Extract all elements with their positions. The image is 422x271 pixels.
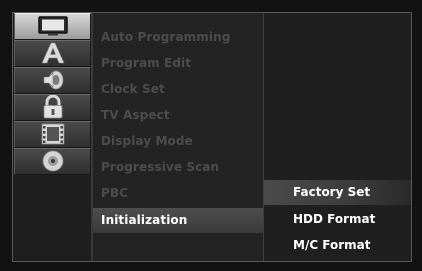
menu-item-auto-programming[interactable]: Auto Programming (93, 25, 263, 50)
film-frame-icon (40, 123, 66, 145)
disc-icon (41, 149, 65, 173)
submenu-item-mc-format[interactable]: M/C Format (264, 233, 411, 258)
category-language[interactable] (14, 40, 91, 67)
submenu-item-hdd-format[interactable]: HDD Format (264, 207, 411, 232)
submenu-item-factory-set[interactable]: Factory Set (264, 180, 411, 205)
category-lock[interactable] (14, 94, 91, 121)
speaker-audio-icon (40, 69, 66, 91)
category-icon-column (14, 13, 91, 261)
language-a-icon (40, 42, 66, 64)
menu-item-progressive-scan[interactable]: Progressive Scan (93, 155, 263, 180)
menu-item-initialization[interactable]: Initialization (93, 208, 263, 233)
menu-item-program-edit[interactable]: Program Edit (93, 51, 263, 76)
category-audio[interactable] (14, 67, 91, 94)
category-film[interactable] (14, 121, 91, 148)
category-tv-display[interactable] (14, 13, 91, 40)
setup-menu-list: Auto Programming Program Edit Clock Set … (93, 13, 263, 261)
initialization-submenu: Factory Set HDD Format M/C Format (264, 13, 411, 261)
tv-display-icon (37, 16, 68, 36)
menu-item-clock-set[interactable]: Clock Set (93, 77, 263, 102)
menu-item-display-mode[interactable]: Display Mode (93, 129, 263, 154)
lock-icon (42, 95, 64, 119)
menu-item-pbc[interactable]: PBC (93, 181, 263, 206)
menu-item-tv-aspect[interactable]: TV Aspect (93, 103, 263, 128)
category-disc[interactable] (14, 148, 91, 175)
